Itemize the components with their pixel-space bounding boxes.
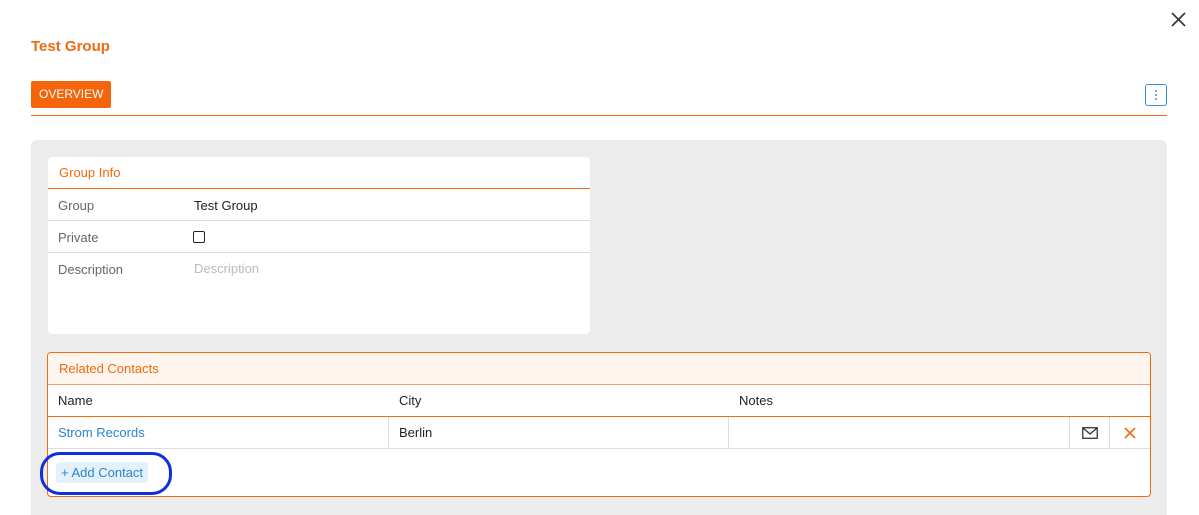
description-row: Description Description [48, 253, 590, 333]
tab-underline [31, 115, 1167, 116]
contact-city: Berlin [399, 425, 433, 440]
related-contacts-header: Related Contacts [48, 353, 1150, 385]
add-contact-button[interactable]: + Add Contact [56, 462, 149, 483]
group-row: Group Test Group [48, 189, 590, 221]
private-checkbox[interactable] [193, 231, 205, 243]
mail-icon [1082, 427, 1098, 439]
column-notes[interactable]: Notes [739, 393, 773, 408]
column-city[interactable]: City [399, 393, 421, 408]
cell-divider [1069, 417, 1070, 448]
cell-divider [388, 417, 389, 448]
group-info-header: Group Info [48, 157, 590, 189]
close-button[interactable] [1168, 9, 1190, 31]
group-label: Group [58, 198, 95, 213]
remove-contact-button[interactable] [1120, 423, 1140, 443]
description-field[interactable]: Description [194, 261, 259, 276]
table-header-row: Name City Notes [48, 385, 1150, 417]
kebab-menu-icon [1155, 90, 1157, 100]
contact-name-link[interactable]: Strom Records [58, 425, 145, 440]
more-options-button[interactable] [1145, 84, 1167, 106]
description-label: Description [58, 262, 124, 277]
dialog-title: Test Group [31, 38, 110, 55]
group-value[interactable]: Test Group [194, 198, 258, 213]
remove-icon [1124, 427, 1136, 439]
column-name[interactable]: Name [58, 393, 93, 408]
cell-divider [728, 417, 729, 448]
tab-overview[interactable]: OVERVIEW [31, 81, 112, 108]
close-icon [1171, 12, 1186, 27]
cell-divider [1109, 417, 1110, 448]
related-contacts-card: Related Contacts Name City Notes Strom R… [47, 352, 1151, 497]
email-contact-button[interactable] [1080, 423, 1100, 443]
private-row: Private [48, 221, 590, 253]
private-label: Private [58, 230, 99, 245]
table-row: Strom Records Berlin [48, 417, 1150, 449]
group-info-card: Group Info Group Test Group Private Desc… [48, 157, 590, 334]
